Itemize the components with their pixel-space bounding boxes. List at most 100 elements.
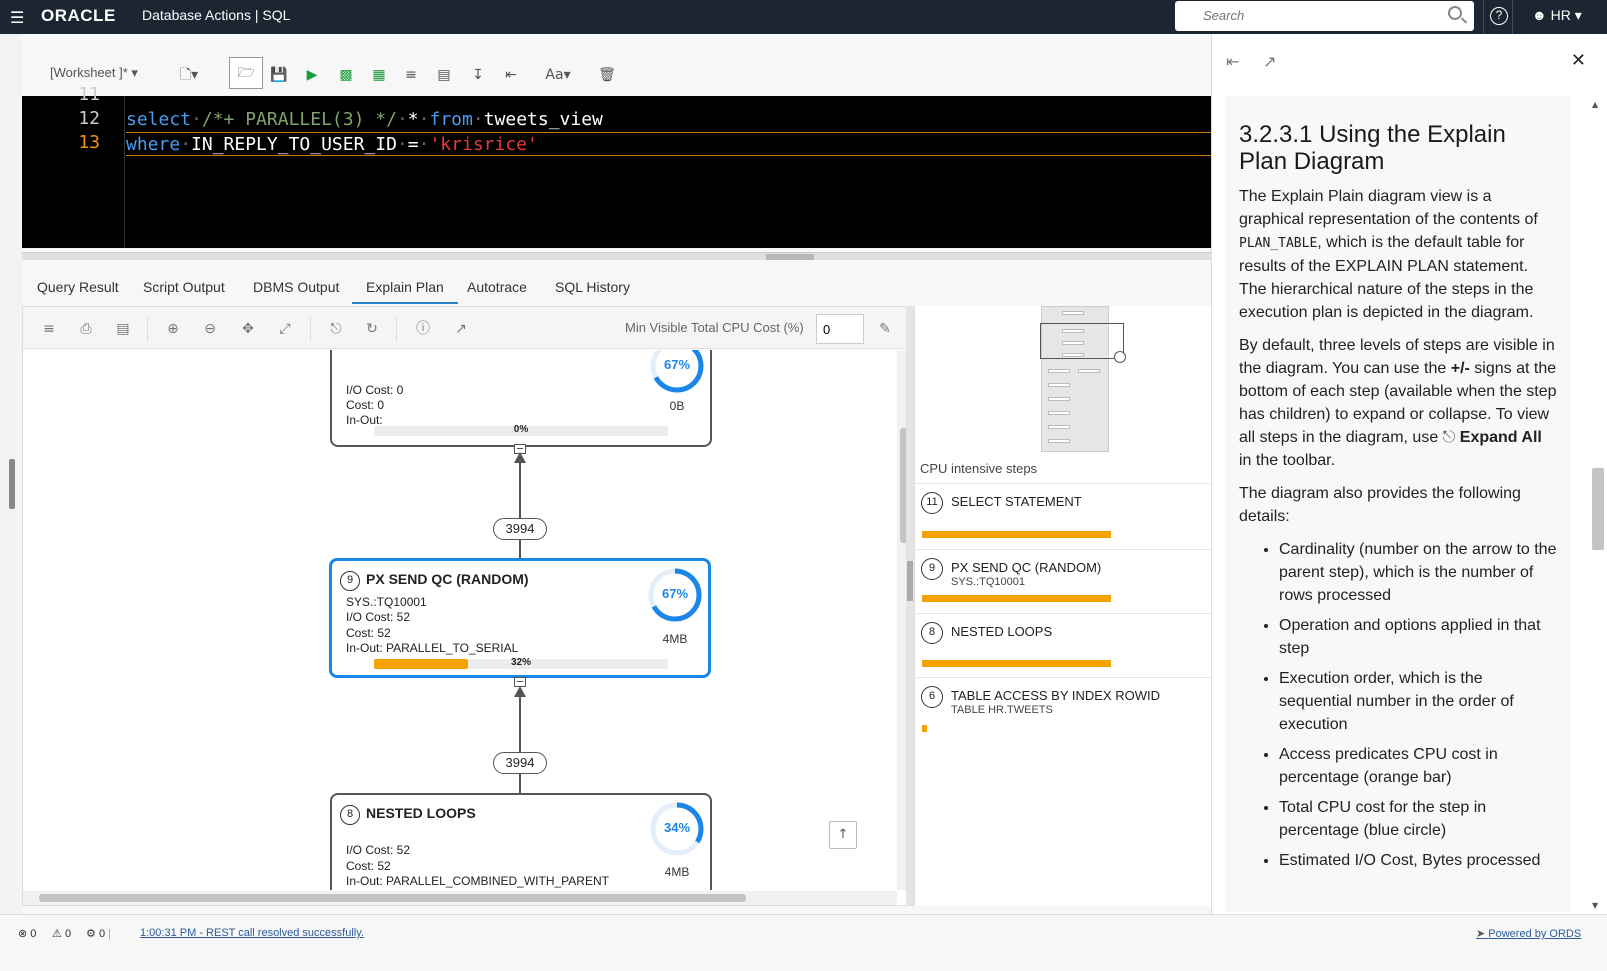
list-item: Execution order, which is the sequential… [1279,667,1557,736]
cpu-step-item[interactable]: 11 SELECT STATEMENT [915,483,1212,549]
bytes: 0B [669,399,685,413]
left-collapsed-panel [0,34,22,914]
diagram-horizontal-scrollbar[interactable] [23,891,897,905]
download-icon[interactable]: ↧ [467,64,489,86]
cost: Cost: 52 [346,859,391,873]
minimap-node [1062,311,1084,315]
plan-node-8[interactable]: 8 NESTED LOOPS I/O Cost: 52 Cost: 52 In-… [330,793,712,890]
fit-icon[interactable]: ⤢ [275,319,295,339]
pan-icon[interactable]: ✥ [238,319,258,339]
list-item: Access predicates CPU cost in percentage… [1279,743,1557,789]
user-menu[interactable]: ☻ HR ▾ [1532,7,1582,24]
tab-autotrace[interactable]: Autotrace [467,279,527,295]
error-count[interactable]: ⊗ 0 [18,927,36,940]
tree-view-icon[interactable]: ≡ [39,319,59,339]
list-item: Total CPU cost for the step in percentag… [1279,796,1557,842]
sql-tuning-icon[interactable]: ▤ [433,64,455,86]
edge-arrowhead [514,686,526,697]
help-content: 3.2.3.1 Using the Explain Plan Diagram T… [1225,96,1571,912]
close-icon[interactable]: ✕ [1571,50,1586,71]
explain-plan-icon[interactable]: ▦ [368,64,390,86]
help-header: ⇤ ↗ ✕ [1212,34,1607,94]
dock-left-icon[interactable]: ⇤ [1226,52,1239,71]
splitter-handle[interactable] [907,561,913,601]
autotrace-icon[interactable]: ≡ [400,64,422,86]
minimap-node [1048,439,1070,443]
tab-sql-history[interactable]: SQL History [555,279,630,295]
info-icon[interactable]: ⓘ [413,319,433,339]
new-worksheet-icon[interactable]: 🗋▾ [178,64,200,86]
tab-dbms-output[interactable]: DBMS Output [253,279,339,295]
open-external-icon[interactable]: ↗ [1263,52,1276,71]
help-pane: ⇤ ↗ ✕ 3.2.3.1 Using the Explain Plan Dia… [1211,34,1607,914]
min-cpu-input[interactable] [816,314,864,344]
plan-table-code: PLAN_TABLE [1239,236,1318,251]
run-statement-icon[interactable]: ▶ [301,64,323,86]
search-box[interactable] [1175,1,1474,31]
code-line[interactable]: select·/*+ PARALLEL(3) */·*·from·tweets_… [126,108,1211,132]
cpu-step-item[interactable]: 8 NESTED LOOPS [915,613,1212,677]
hamburger-menu-icon[interactable]: ☰ [10,8,24,27]
expand-all-icon[interactable]: ⎋ [326,319,346,339]
job-count[interactable]: ⚙ 0 | [86,927,111,940]
zoom-in-icon[interactable]: ⊕ [163,319,183,339]
zoom-out-icon[interactable]: ⊖ [200,319,220,339]
open-external-icon[interactable]: ↗ [451,319,471,339]
step-name: SELECT STATEMENT [951,494,1082,509]
search-input[interactable] [1203,1,1453,29]
status-message[interactable]: 1:00:31 PM - REST call resolved successf… [140,927,364,939]
bytes: 4MB [662,632,688,646]
tab-query-result[interactable]: Query Result [37,279,119,295]
diagram-splitter[interactable] [906,306,914,906]
open-folder-icon[interactable]: 🗁 [229,57,263,89]
diagram-canvas[interactable]: I/O Cost: 0 Cost: 0 In-Out: 67% 0B 0% 39… [23,350,897,890]
font-size-menu[interactable]: Aa▾ [536,64,580,86]
line-numbers: 11 12 13 [22,84,125,248]
plan-node-top[interactable]: I/O Cost: 0 Cost: 0 In-Out: 67% 0B 0% [330,350,712,447]
cpu-step-item[interactable]: 9 PX SEND QC (RANDOM) SYS.:TQ10001 [915,549,1212,613]
powered-by-ords[interactable]: ➤ Powered by ORDS [1476,927,1581,940]
scrollbar-thumb[interactable] [1592,468,1604,550]
scroll-to-top-button[interactable]: ↑ [829,821,857,849]
tab-script-output[interactable]: Script Output [143,279,225,295]
step-number: 11 [921,492,943,514]
code-line-current[interactable]: where·IN_REPLY_TO_USER_ID·=·'krisrice' [126,132,1211,156]
minimap-node [1078,369,1100,373]
font-size-label: Aa [545,67,564,83]
minimap-node [1048,397,1070,401]
print-icon[interactable]: ⎙ [76,319,96,339]
notes-icon[interactable]: ✎ [875,319,895,339]
save-icon[interactable]: 💾 [268,64,290,86]
refresh-icon[interactable]: ↻ [362,319,382,339]
list-item: Estimated I/O Cost, Bytes processed [1279,849,1557,872]
worksheet-panel: [Worksheet ]* ▾ 🗋▾ 🗁 💾 ▶ ▩ ▦ ≡ ▤ ↧ ⇤ Aa▾… [22,34,1212,914]
toolbar-divider [396,317,397,341]
diagram-minimap[interactable] [1040,306,1126,452]
help-scrollbar[interactable]: ▲ ▼ [1587,96,1604,912]
chevron-down-icon: ▾ [1574,7,1582,23]
warning-count[interactable]: ⚠ 0 [52,927,71,940]
clear-trash-icon[interactable]: 🗑 [596,64,618,86]
io-cost: I/O Cost: 52 [346,610,411,624]
search-icon[interactable] [1448,6,1462,20]
help-button[interactable]: ? [1483,0,1513,34]
minimap-viewport[interactable] [1040,323,1124,359]
worksheet-selector[interactable]: [Worksheet ]* ▾ [50,65,138,81]
node-title: PX SEND QC (RANDOM) [366,571,529,587]
minimap-resize-handle[interactable] [1114,351,1126,363]
format-icon[interactable]: ⇤ [500,64,522,86]
plan-node-9[interactable]: 9 PX SEND QC (RANDOM) SYS.:TQ10001 I/O C… [329,558,711,678]
export-image-icon[interactable]: ▤ [113,319,133,339]
scroll-up-icon[interactable]: ▲ [1592,100,1598,109]
tab-explain-plan[interactable]: Explain Plan [352,279,458,304]
sql-editor[interactable]: 11 12 13 select·/*+ PARALLEL(3) */·*·fro… [22,84,1211,248]
run-script-icon[interactable]: ▩ [335,64,357,86]
scroll-down-icon[interactable]: ▼ [1592,901,1598,910]
cpu-bar [922,725,927,732]
panel-expand-handle[interactable] [9,459,15,509]
editor-splitter[interactable] [22,252,1211,260]
min-cpu-label: Min Visible Total CPU Cost (%) [625,320,804,335]
cpu-step-item[interactable]: 6 TABLE ACCESS BY INDEX ROWID TABLE HR.T… [915,677,1212,741]
scrollbar-thumb[interactable] [39,894,746,902]
splitter-handle[interactable] [766,254,814,260]
